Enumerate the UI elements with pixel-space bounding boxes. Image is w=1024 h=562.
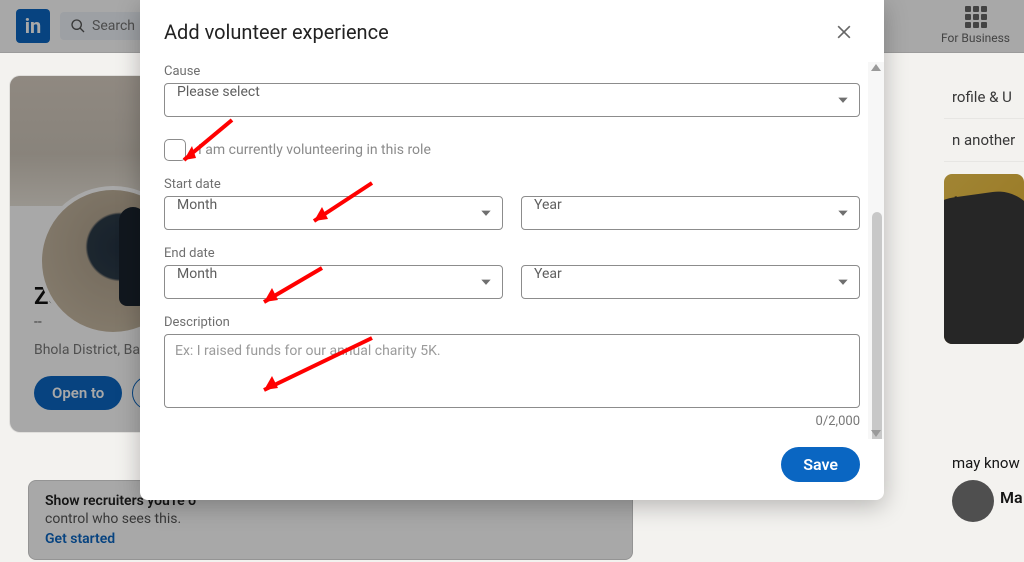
end-month-value: Month <box>164 265 503 299</box>
scroll-up-icon <box>871 64 881 71</box>
start-month-select[interactable]: Month <box>164 196 503 230</box>
description-textarea[interactable] <box>164 334 860 408</box>
modal-scrollbar[interactable] <box>868 62 884 439</box>
cause-select-value: Please select <box>164 83 860 117</box>
close-button[interactable] <box>828 16 860 48</box>
currently-volunteering-label: I am currently volunteering in this role <box>198 142 431 158</box>
modal-overlay: Add volunteer experience Cause Please se… <box>0 0 1024 562</box>
cause-select[interactable]: Please select <box>164 83 860 117</box>
scroll-thumb[interactable] <box>872 212 882 439</box>
end-date-label: End date <box>164 246 860 261</box>
save-button[interactable]: Save <box>781 447 860 482</box>
start-date-label: Start date <box>164 177 860 192</box>
end-year-value: Year <box>521 265 860 299</box>
modal-header: Add volunteer experience <box>140 0 884 62</box>
end-year-select[interactable]: Year <box>521 265 860 299</box>
currently-volunteering-row: I am currently volunteering in this role <box>164 139 860 161</box>
modal-title: Add volunteer experience <box>164 20 389 44</box>
close-icon <box>834 22 854 42</box>
scroll-down-icon <box>871 430 881 437</box>
end-month-select[interactable]: Month <box>164 265 503 299</box>
add-volunteer-modal: Add volunteer experience Cause Please se… <box>140 0 884 500</box>
start-month-value: Month <box>164 196 503 230</box>
start-year-value: Year <box>521 196 860 230</box>
description-label: Description <box>164 315 860 330</box>
modal-footer: Save <box>140 439 884 500</box>
modal-body: Cause Please select I am currently volun… <box>140 62 884 439</box>
start-year-select[interactable]: Year <box>521 196 860 230</box>
cause-label: Cause <box>164 64 860 79</box>
description-counter: 0/2,000 <box>164 414 860 429</box>
currently-volunteering-checkbox[interactable] <box>164 139 186 161</box>
